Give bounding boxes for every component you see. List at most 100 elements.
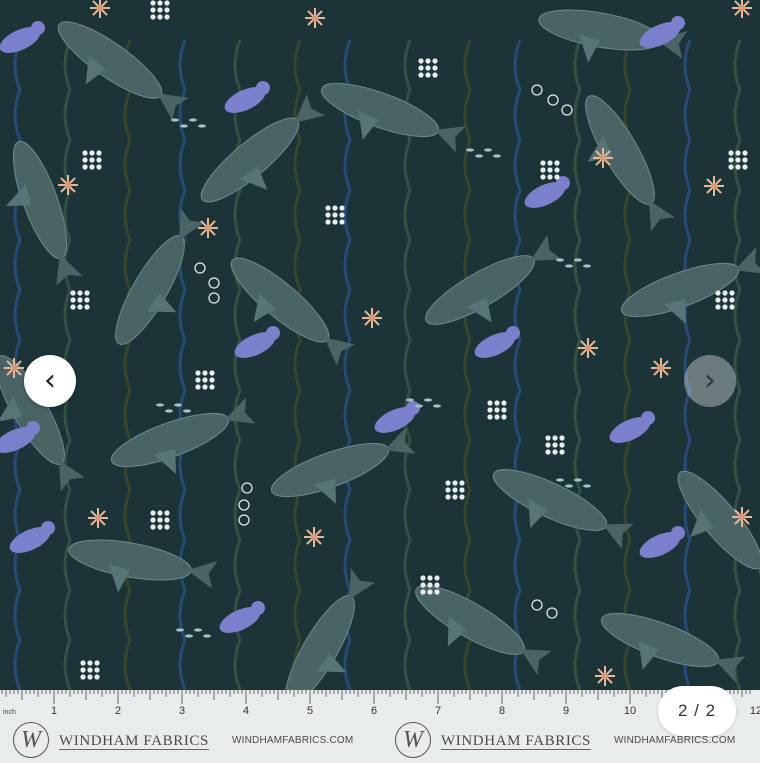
bubble-dot [325,205,331,211]
bubble-dot [729,290,735,296]
fish-shape [565,484,573,488]
bubble-dot [420,582,426,588]
ruler-number: 2 [114,705,122,717]
flower-center [711,183,717,189]
seal-head [256,81,270,95]
fish-shape [583,484,591,488]
fish-shape [574,258,582,262]
bubble-dot [96,157,102,163]
bubble-dot [209,370,215,376]
bubble-dot [87,667,93,673]
windham-logo-icon: W [13,722,49,758]
fish-shape [583,264,591,268]
bubble-dot [157,0,163,6]
seal-head [641,411,655,425]
bubble-dot [80,667,86,673]
seal-head [406,401,420,415]
bubble-dot [89,164,95,170]
ruler-number: 12 [749,705,760,717]
fish-shape [203,634,211,638]
ruler-number: 8 [498,705,506,717]
ruler-ticks [1,690,751,704]
bubble-dot [209,377,215,383]
fish-shape [475,154,483,158]
bubble-dot [487,414,493,420]
fish-shape [174,403,182,407]
bubble-dot [554,167,560,173]
bubble-dot [545,435,551,441]
seal-head [41,521,55,535]
bubble-dot [77,304,83,310]
bubble-dot [540,167,546,173]
fish-shape [198,124,206,128]
bubble-dot [157,517,163,523]
bubble-dot [164,510,170,516]
next-image-button[interactable]: › [684,355,736,407]
bubble-dot [547,160,553,166]
ruler-number: 3 [178,705,186,717]
bubble-dot [209,384,215,390]
bubble-dot [494,400,500,406]
bubble-dot [164,517,170,523]
bubble-dot [545,442,551,448]
brand-name: WINDHAM FABRICS [59,733,209,750]
bubble-dot [94,674,100,680]
fish-shape [165,409,173,413]
flower-center [585,345,591,351]
fish-shape [424,398,432,402]
bubble-dot [195,370,201,376]
bubble-dot [715,297,721,303]
bubble-dot [554,174,560,180]
bubble-dot [82,157,88,163]
bubble-dot [445,480,451,486]
bubble-dot [332,219,338,225]
bubble-dot [559,435,565,441]
bubble-dot [157,7,163,13]
fish-shape [194,628,202,632]
fish-shape [556,478,564,482]
bubble-dot [540,174,546,180]
bubble-dot [164,14,170,20]
flower-center [205,225,211,231]
fish-shape [433,404,441,408]
fish-shape [415,404,423,408]
bubble-dot [89,150,95,156]
bubble-dot [722,304,728,310]
previous-image-button[interactable]: ‹ [24,355,76,407]
bubble-dot [554,160,560,166]
bubble-dot [202,370,208,376]
bubble-dot [728,150,734,156]
bubble-dot [150,524,156,530]
fish-shape [171,118,179,122]
bubble-dot [202,377,208,383]
bubble-dot [82,164,88,170]
bubble-dot [425,58,431,64]
bubble-dot [728,157,734,163]
flower-center [600,155,606,161]
bubble-dot [325,219,331,225]
bubble-dot [339,212,345,218]
bubble-dot [164,7,170,13]
ruler-number: 5 [306,705,314,717]
ruler-number: 10 [623,705,637,717]
bubble-dot [452,480,458,486]
fish-shape [156,403,164,407]
bubble-dot [434,575,440,581]
bubble-dot [70,304,76,310]
bubble-dot [501,407,507,413]
bubble-dot [715,304,721,310]
flower-center [65,182,71,188]
bubble-dot [552,449,558,455]
fish-shape [574,478,582,482]
brand-name: WINDHAM FABRICS [441,733,591,750]
bubble-dot [501,400,507,406]
bubble-dot [150,517,156,523]
bubble-dot [82,150,88,156]
bubble-dot [150,510,156,516]
bubble-dot [325,212,331,218]
bubble-dot [164,524,170,530]
bubble-dot [735,157,741,163]
bubble-dot [332,212,338,218]
flower-center [739,514,745,520]
fish-shape [493,154,501,158]
